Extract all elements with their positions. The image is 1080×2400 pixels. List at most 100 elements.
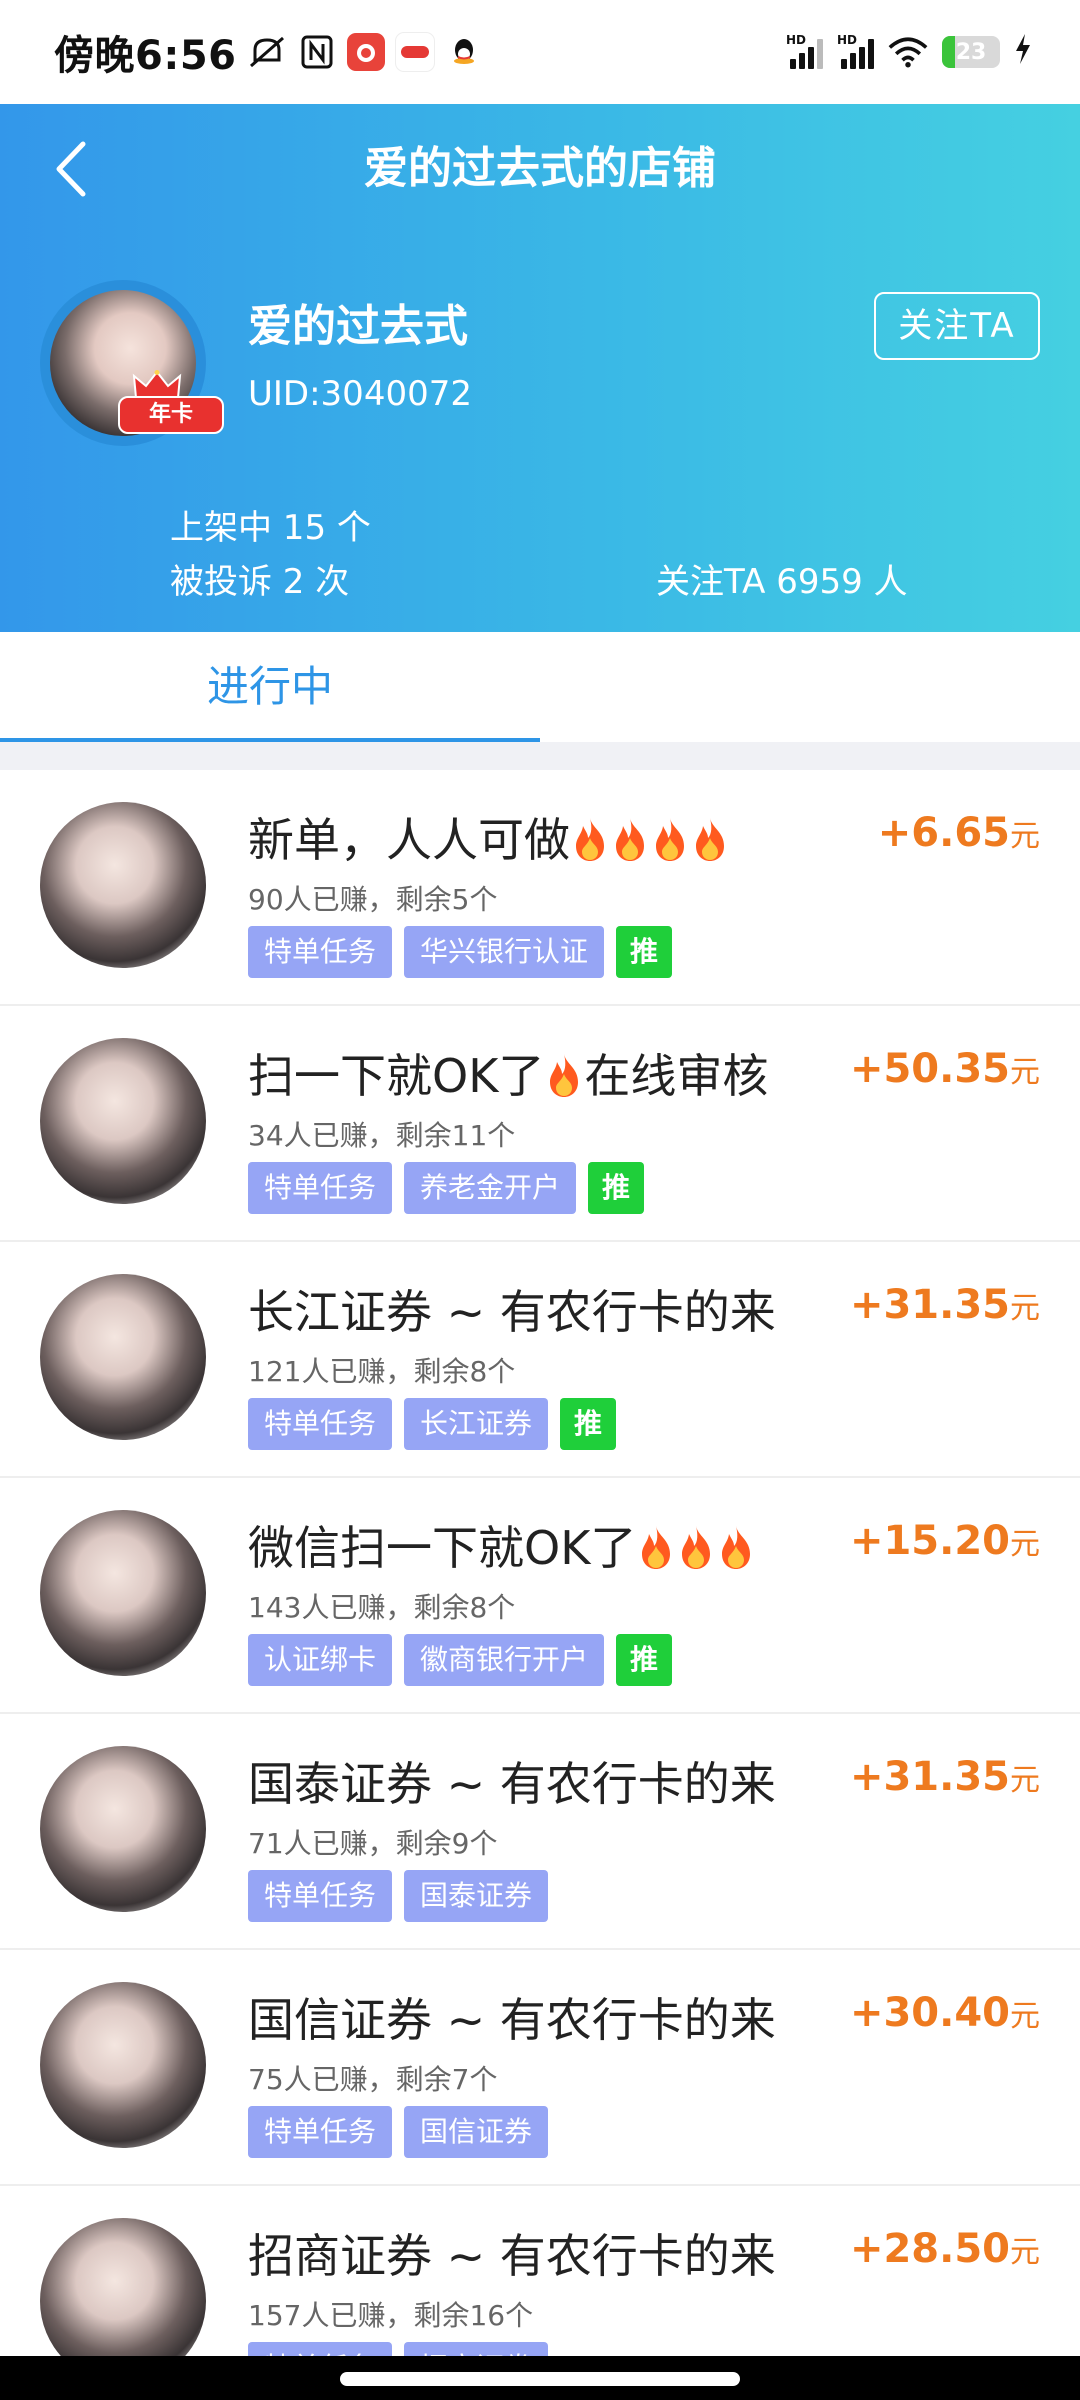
listed-count: 上架中 15 个 bbox=[170, 508, 371, 548]
task-tags: 特单任务 国泰证券 bbox=[248, 1870, 549, 1922]
reward-unit: 元 bbox=[1010, 1999, 1040, 2034]
task-row[interactable]: 国泰证券 ~ 有农行卡的来 71人已赚，剩余9个 特单任务 国泰证券 +31.35元 bbox=[0, 1714, 1080, 1950]
task-row[interactable]: 微信扫一下就OK了 143人已赚，剩余8个认证绑卡 徽商银行开户推 +15.20元 bbox=[0, 1478, 1080, 1714]
fire-icon bbox=[716, 1526, 756, 1574]
hd-label-2: HD bbox=[837, 33, 858, 47]
task-tag: 招商证券 bbox=[404, 2342, 549, 2356]
annual-card-badge: 年卡 bbox=[118, 370, 224, 436]
task-avatar bbox=[40, 1510, 206, 1676]
task-tag: 特单任务 bbox=[248, 1162, 393, 1214]
task-row[interactable]: 扫一下就OK了 在线审核 34人已赚，剩余11个特单任务 养老金开户推 +50.35元 bbox=[0, 1006, 1080, 1242]
task-title-suffix: 在线审核 bbox=[584, 1049, 769, 1103]
section-divider bbox=[0, 742, 1080, 770]
task-title-text: 国泰证券 ~ 有农行卡的来 bbox=[248, 1757, 776, 1811]
task-tag: 特单任务 bbox=[248, 2106, 393, 2158]
battery-icon: 23 bbox=[942, 36, 1000, 68]
recommend-badge: 推 bbox=[616, 1634, 673, 1686]
fire-icon bbox=[650, 818, 690, 866]
task-reward: +50.35元 bbox=[850, 1046, 1040, 1092]
task-progress-text: 143人已赚，剩余8个 bbox=[248, 1591, 516, 1624]
tab-in-progress[interactable]: 进行中 bbox=[0, 632, 540, 742]
task-reward: +31.35元 bbox=[850, 1754, 1040, 1800]
page-title: 爱的过去式的店铺 bbox=[364, 143, 716, 194]
task-reward: +15.20元 bbox=[850, 1518, 1040, 1564]
shop-avatar[interactable]: 年卡 bbox=[40, 280, 224, 446]
task-avatar bbox=[40, 1982, 206, 2148]
task-tag: 特单任务 bbox=[248, 1870, 393, 1922]
reward-amount: +6.65 bbox=[877, 810, 1010, 856]
battery-level: 23 bbox=[955, 39, 987, 65]
task-tags: 认证绑卡 徽商银行开户推 bbox=[248, 1634, 673, 1686]
task-title: 微信扫一下就OK了 bbox=[248, 1512, 756, 1578]
task-title-text: 新单，人人可做 bbox=[248, 813, 570, 867]
task-title: 招商证券 ~ 有农行卡的来 bbox=[248, 2220, 776, 2286]
task-tag: 国泰证券 bbox=[404, 1870, 549, 1922]
task-tag: 国信证券 bbox=[404, 2106, 549, 2158]
status-time: 傍晚6:56 bbox=[54, 33, 237, 79]
reward-amount: +15.20 bbox=[849, 1518, 1010, 1564]
app-icon-red bbox=[346, 33, 385, 71]
task-reward: +6.65元 bbox=[878, 810, 1040, 856]
fire-icon bbox=[676, 1526, 716, 1574]
task-tags: 特单任务招商证券 bbox=[248, 2342, 549, 2356]
reward-unit: 元 bbox=[1010, 819, 1040, 854]
fire-icon bbox=[610, 818, 650, 866]
task-row[interactable]: 国信证券 ~ 有农行卡的来 75人已赚，剩余7个特单任务 国信证券 +30.40元 bbox=[0, 1950, 1080, 2186]
reward-unit: 元 bbox=[1010, 1527, 1040, 1562]
task-row[interactable]: 新单，人人可做 90人已赚，剩余5个特单任务 华兴银行认证推 +6.65元 bbox=[0, 770, 1080, 1006]
fire-icon bbox=[544, 1054, 584, 1102]
reward-amount: +50.35 bbox=[849, 1046, 1010, 1092]
task-tag: 长江证券 bbox=[404, 1398, 549, 1450]
wifi-icon bbox=[888, 32, 928, 72]
task-tag: 徽商银行开户 bbox=[404, 1634, 605, 1686]
qq-icon bbox=[444, 33, 483, 71]
task-progress-text: 121人已赚，剩余8个 bbox=[248, 1355, 516, 1388]
task-avatar bbox=[40, 1274, 206, 1440]
task-tags: 特单任务 养老金开户推 bbox=[248, 1162, 645, 1214]
task-tag: 认证绑卡 bbox=[248, 1634, 393, 1686]
task-tag: 特单任务 bbox=[248, 926, 393, 978]
reward-amount: +30.40 bbox=[849, 1990, 1010, 2036]
task-title-text: 微信扫一下就OK了 bbox=[248, 1521, 637, 1575]
navigation-bar bbox=[0, 2356, 1080, 2400]
task-avatar bbox=[40, 1038, 206, 1204]
task-row[interactable]: 长江证券 ~ 有农行卡的来 121人已赚，剩余8个特单任务 长江证券推 +31.35元 bbox=[0, 1242, 1080, 1478]
task-title: 扫一下就OK了 在线审核 bbox=[248, 1040, 768, 1106]
task-progress-text: 157人已赚，剩余16个 bbox=[248, 2299, 534, 2332]
reward-amount: +31.35 bbox=[849, 1282, 1010, 1328]
task-tag: 特单任务 bbox=[248, 1398, 393, 1450]
fire-icon bbox=[570, 818, 610, 866]
task-list: 新单，人人可做 90人已赚，剩余5个 特单任务 华兴银行认证推 +6.65元 扫一下就OK… bbox=[0, 770, 1080, 2356]
task-title-text: 长江证券 ~ 有农行卡的来 bbox=[248, 1285, 776, 1339]
task-tags: 特单任务 华兴银行认证推 bbox=[248, 926, 673, 978]
task-title-text: 国信证券 ~ 有农行卡的来 bbox=[248, 1993, 776, 2047]
shop-name: 爱的过去式 bbox=[248, 301, 468, 352]
home-indicator[interactable] bbox=[340, 2372, 740, 2386]
signal-icon-2: HD bbox=[837, 33, 874, 69]
task-title: 长江证券 ~ 有农行卡的来 bbox=[248, 1276, 776, 1342]
recommend-badge: 推 bbox=[616, 926, 673, 978]
reward-unit: 元 bbox=[1010, 1055, 1040, 1090]
task-tag: 特单任务 bbox=[248, 2342, 393, 2356]
reward-amount: +28.50 bbox=[849, 2226, 1010, 2272]
task-tags: 特单任务 长江证券推 bbox=[248, 1398, 617, 1450]
task-progress-text: 90人已赚，剩余5个 bbox=[248, 883, 498, 916]
fire-icon bbox=[690, 818, 730, 866]
task-title: 国信证券 ~ 有农行卡的来 bbox=[248, 1984, 776, 2050]
task-row[interactable]: 招商证券 ~ 有农行卡的来 157人已赚，剩余16个特单任务招商证券 +28.50元 bbox=[0, 2186, 1080, 2356]
recommend-badge: 推 bbox=[560, 1398, 617, 1450]
tab-bar: 进行中 bbox=[0, 632, 1080, 742]
task-reward: +31.35元 bbox=[850, 1282, 1040, 1328]
follow-button[interactable]: 关注TA bbox=[874, 292, 1040, 360]
nfc-icon bbox=[297, 32, 337, 72]
task-tag: 养老金开户 bbox=[404, 1162, 577, 1214]
task-reward: +30.40元 bbox=[850, 1990, 1040, 2036]
task-progress-text: 34人已赚，剩余11个 bbox=[248, 1119, 516, 1152]
task-progress-text: 75人已赚，剩余7个 bbox=[248, 2063, 498, 2096]
task-avatar bbox=[40, 802, 206, 968]
task-avatar bbox=[40, 2218, 206, 2356]
app-icon-mini bbox=[394, 32, 435, 72]
task-tags: 特单任务 国信证券 bbox=[248, 2106, 549, 2158]
mute-icon bbox=[247, 32, 287, 72]
follower-count: 关注TA 6959 人 bbox=[656, 562, 908, 602]
